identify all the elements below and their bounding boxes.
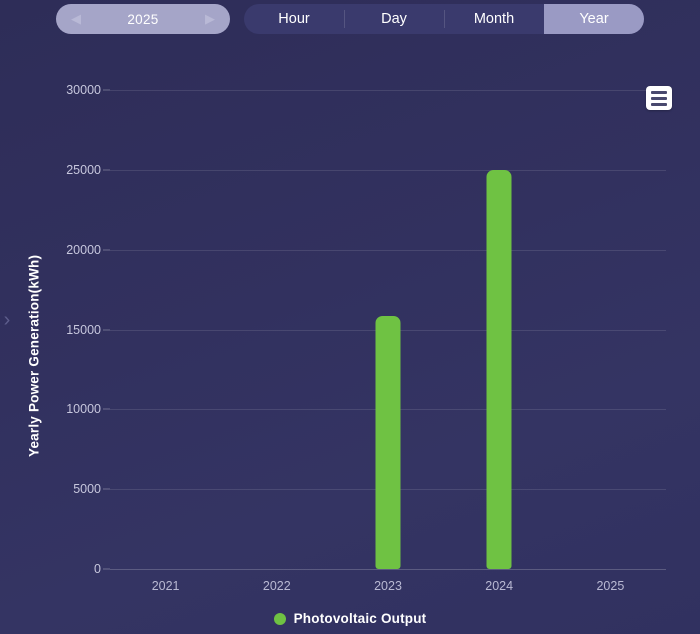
x-axis-tick-label: 2022 [262,579,291,593]
tab-year[interactable]: Year [544,4,644,34]
x-axis-tick-label: 2021 [151,579,180,593]
y-axis-tick-mark [103,329,110,330]
y-axis-tick-mark [103,89,110,91]
bar-2023[interactable] [375,316,401,569]
y-axis-tick-label: 5000 [73,482,101,497]
y-axis-tick-label: 0 [94,562,101,576]
gridline [110,569,666,570]
year-picker[interactable]: ◀ 2025 ▶ [56,4,230,34]
gridline [110,249,666,251]
tab-month[interactable]: Month [444,4,544,34]
tab-day[interactable]: Day [344,4,444,34]
y-axis-tick-label: 15000 [66,322,101,337]
tab-day-label: Day [381,11,407,27]
y-axis-tick-mark [103,169,110,171]
x-axis-tick-label: 2024 [485,579,514,593]
legend-label-photovoltaic-output[interactable]: Photovoltaic Output [294,611,427,626]
chart-toolbar: ◀ 2025 ▶ Hour Day Month Year [0,0,700,38]
plot-area: 0 5000 10000 15000 20000 25000 30000 2021 2022 20… [66,83,666,593]
y-axis-tick-label: 20000 [66,242,101,257]
tab-hour-label: Hour [278,11,310,27]
tab-hour[interactable]: Hour [244,4,344,34]
power-generation-chart-page: ◀ 2025 ▶ Hour Day Month Year › Yearly Po… [0,0,700,634]
gridline [110,169,666,171]
y-axis-tick-label: 25000 [66,162,101,177]
tab-month-label: Month [473,11,515,27]
year-picker-value: 2025 [127,11,159,27]
chart-legend: Photovoltaic Output [0,611,700,626]
time-range-tabs: Hour Day Month Year [244,4,644,34]
bar-2024[interactable] [486,169,512,569]
y-axis-tick-mark [103,568,110,570]
x-axis-tick-label: 2025 [596,579,625,593]
y-axis-tick-label: 10000 [66,402,101,417]
y-axis-tick-mark [103,408,110,410]
legend-marker-photovoltaic-output [273,612,286,625]
y-axis-tick-mark [103,249,110,251]
chart-container: Yearly Power Generation(kWh) 0 5000 10000 1… [0,38,700,634]
gridline [110,90,666,91]
next-year-arrow-icon[interactable]: ▶ [203,12,217,26]
y-axis-tick-mark [103,488,110,490]
tab-year-label: Year [579,11,609,27]
y-axis-title: Yearly Power Generation(kWh) [26,254,42,458]
previous-year-arrow-icon[interactable]: ◀ [69,12,83,26]
y-axis-tick-label: 30000 [66,83,101,97]
x-axis-tick-label: 2023 [374,579,402,593]
